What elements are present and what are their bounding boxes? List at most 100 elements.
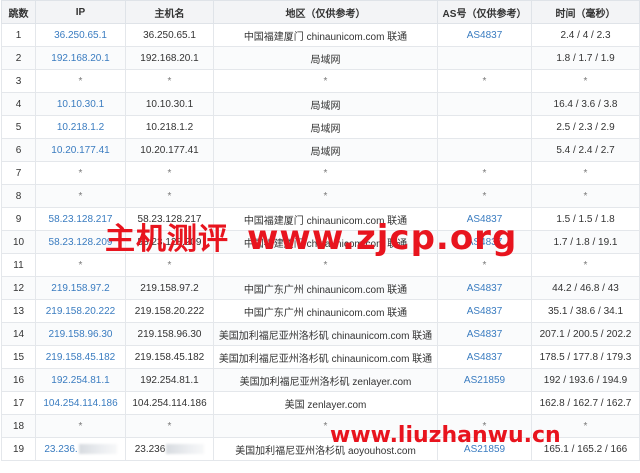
- hop-cell: 14: [1, 322, 36, 346]
- time-cell-text: 1.8 / 1.7 / 1.9: [556, 52, 615, 64]
- hostname-cell: 192.254.81.1: [125, 368, 214, 392]
- ip-cell[interactable]: 192.254.81.1: [35, 368, 126, 392]
- as-cell[interactable]: AS4837: [437, 345, 532, 369]
- hostname-cell-text: 104.254.114.186: [132, 397, 207, 409]
- hop-cell: 19: [1, 437, 36, 461]
- ip-cell-text: *: [78, 75, 83, 87]
- ip-cell[interactable]: 192.168.20.1: [35, 46, 126, 70]
- region-cell-text: 美国加利福尼亚州洛杉矶 chinaunicom.com 联通: [218, 353, 433, 365]
- table-row: 14 219.158.96.30 219.158.96.30 美国加利福尼亚州洛杉矶 …: [1, 322, 640, 346]
- region-cell: 美国加利福尼亚州洛杉矶 zenlayer.com: [213, 368, 438, 392]
- hostname-cell-text: 58.23.128.217: [137, 213, 202, 225]
- region-cell-text: 中国广东广州 chinaunicom.com 联通: [243, 307, 408, 319]
- ip-cell-text[interactable]: 58.23.128.209: [49, 237, 113, 248]
- time-cell: *: [531, 69, 640, 93]
- as-cell[interactable]: AS4837: [437, 23, 532, 47]
- header-region: 地区（仅供参考）: [213, 0, 438, 24]
- ip-cell[interactable]: 219.158.96.30: [35, 322, 126, 346]
- ip-cell-text[interactable]: 23.236.: [44, 444, 77, 455]
- as-cell: [437, 138, 532, 162]
- time-cell: *: [531, 414, 640, 438]
- ip-cell-text[interactable]: 219.158.45.182: [46, 352, 116, 363]
- ip-cell[interactable]: 104.254.114.186: [35, 391, 126, 415]
- time-cell: 5.4 / 2.4 / 2.7: [531, 138, 640, 162]
- ip-cell-text: *: [78, 190, 83, 202]
- hostname-cell: *: [125, 69, 214, 93]
- ip-cell-text[interactable]: 10.10.30.1: [57, 99, 104, 110]
- ip-cell[interactable]: 219.158.45.182: [35, 345, 126, 369]
- time-cell-text: 162.8 / 162.7 / 162.7: [539, 397, 632, 409]
- region-cell: 美国加利福尼亚州洛杉矶 aoyouhost.com: [213, 437, 438, 461]
- as-cell[interactable]: AS21859: [437, 368, 532, 392]
- ip-cell-text[interactable]: 10.218.1.2: [57, 122, 104, 133]
- time-cell-text: *: [583, 167, 588, 179]
- ip-cell[interactable]: 219.158.20.222: [35, 299, 126, 323]
- ip-cell-text[interactable]: 219.158.96.30: [49, 329, 113, 340]
- hop-cell-text: 8: [15, 190, 22, 202]
- table-row: 13 219.158.20.222 219.158.20.222 中国广东广州 chi…: [1, 299, 640, 323]
- table-row: 1 36.250.65.1 36.250.65.1 中国福建厦门 chinaunico…: [1, 23, 640, 47]
- ip-cell[interactable]: 36.250.65.1: [35, 23, 126, 47]
- ip-cell[interactable]: 58.23.128.217: [35, 207, 126, 231]
- hop-cell: 3: [1, 69, 36, 93]
- hop-cell-text: 11: [13, 259, 24, 271]
- ip-cell[interactable]: 23.236.: [35, 437, 126, 461]
- as-cell-text[interactable]: AS4837: [467, 306, 503, 317]
- as-cell-text[interactable]: AS4837: [467, 329, 503, 340]
- as-cell-text[interactable]: AS21859: [464, 444, 505, 455]
- ip-cell-text[interactable]: 192.254.81.1: [51, 375, 109, 386]
- ip-cell[interactable]: 58.23.128.209: [35, 230, 126, 254]
- hop-cell-text: 15: [12, 351, 25, 363]
- table-row: 8 * * * * *: [1, 184, 640, 208]
- ip-cell[interactable]: 10.10.30.1: [35, 92, 126, 116]
- as-cell-text[interactable]: AS4837: [467, 214, 503, 225]
- hop-cell: 16: [1, 368, 36, 392]
- time-cell: 165.1 / 165.2 / 166: [531, 437, 640, 461]
- region-cell: 美国加利福尼亚州洛杉矶 chinaunicom.com 联通: [213, 322, 438, 346]
- as-cell-text[interactable]: AS4837: [467, 352, 503, 363]
- as-cell-text[interactable]: AS4837: [467, 237, 503, 248]
- as-cell[interactable]: AS4837: [437, 276, 532, 300]
- hostname-cell-text: *: [167, 259, 172, 271]
- region-cell-text: 中国广东广州 chinaunicom.com 联通: [243, 284, 408, 296]
- hop-cell: 12: [1, 276, 36, 300]
- as-cell[interactable]: AS21859: [437, 437, 532, 461]
- ip-cell-text[interactable]: 10.20.177.41: [51, 145, 109, 156]
- table-row: 16 192.254.81.1 192.254.81.1 美国加利福尼亚州洛杉矶 ze…: [1, 368, 640, 392]
- as-cell-text[interactable]: AS4837: [467, 283, 503, 294]
- time-cell: 1.8 / 1.7 / 1.9: [531, 46, 640, 70]
- as-cell[interactable]: AS4837: [437, 299, 532, 323]
- ip-cell[interactable]: 10.20.177.41: [35, 138, 126, 162]
- hop-cell-text: 12: [12, 282, 25, 294]
- as-cell: *: [437, 69, 532, 93]
- hop-cell-text: 7: [15, 167, 22, 179]
- ip-cell-text[interactable]: 219.158.20.222: [46, 306, 116, 317]
- hostname-cell: 10.218.1.2: [125, 115, 214, 139]
- ip-cell-text[interactable]: 192.168.20.1: [51, 53, 109, 64]
- as-cell: *: [437, 414, 532, 438]
- ip-cell-text[interactable]: 58.23.128.217: [49, 214, 113, 225]
- region-cell: 中国广东广州 chinaunicom.com 联通: [213, 299, 438, 323]
- hop-cell-text: 1: [15, 29, 22, 41]
- as-cell-text[interactable]: AS4837: [467, 30, 503, 41]
- hop-cell-text: 9: [15, 213, 22, 225]
- region-cell-text: 中国福建厦门 chinaunicom.com 联通: [243, 238, 408, 250]
- hostname-cell-text: 219.158.96.30: [137, 328, 202, 340]
- as-cell[interactable]: AS4837: [437, 322, 532, 346]
- as-cell[interactable]: AS4837: [437, 207, 532, 231]
- time-cell: 1.7 / 1.8 / 19.1: [531, 230, 640, 254]
- as-cell-text[interactable]: AS21859: [464, 375, 505, 386]
- ip-cell[interactable]: 219.158.97.2: [35, 276, 126, 300]
- region-cell: *: [213, 253, 438, 277]
- as-cell: *: [437, 161, 532, 185]
- ip-cell-text[interactable]: 219.158.97.2: [51, 283, 109, 294]
- hostname-cell-text: *: [167, 75, 172, 87]
- as-cell[interactable]: AS4837: [437, 230, 532, 254]
- region-cell-text: *: [323, 167, 328, 179]
- time-cell: 1.5 / 1.5 / 1.8: [531, 207, 640, 231]
- header-time: 时间（毫秒）: [531, 0, 640, 24]
- region-cell-text: 局域网: [310, 100, 341, 112]
- ip-cell[interactable]: 10.218.1.2: [35, 115, 126, 139]
- ip-cell-text[interactable]: 36.250.65.1: [54, 30, 107, 41]
- ip-cell-text[interactable]: 104.254.114.186: [43, 398, 117, 409]
